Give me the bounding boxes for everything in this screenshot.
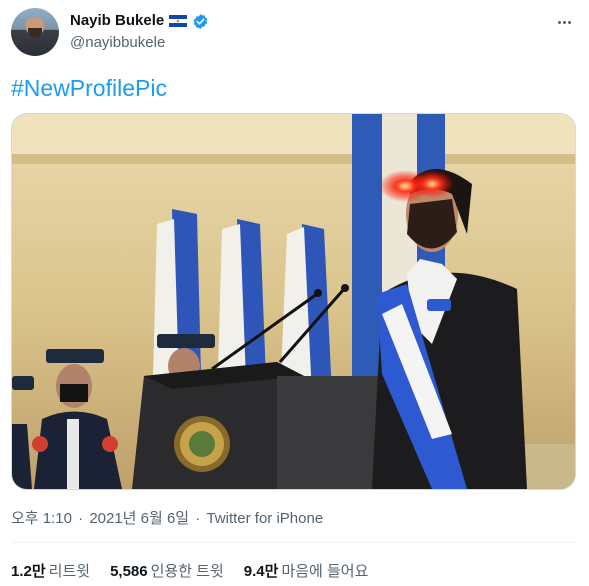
dot: [567, 20, 571, 24]
tweet-source[interactable]: Twitter for iPhone: [206, 510, 323, 527]
laser-eye-right: [410, 170, 454, 198]
quote-tweet-count[interactable]: 5,586 인용한 트윗: [110, 560, 224, 581]
tweet-date[interactable]: 2021년 6월 6일: [89, 510, 189, 527]
like-count[interactable]: 9.4만 마음에 들어요: [244, 560, 369, 581]
divider: [11, 542, 578, 543]
photo-illustration: [12, 114, 575, 489]
tweet-metadata: 오후 1:10 · 2021년 6월 6일 · Twitter for iPho…: [11, 507, 323, 528]
avatar-beard: [28, 28, 42, 38]
engagement-stats: 1.2만 리트윗 5,586 인용한 트윗 9.4만 마음에 들어요: [11, 560, 368, 581]
author-handle[interactable]: @nayibbukele: [70, 34, 165, 51]
dot: [562, 20, 566, 24]
tweet-time[interactable]: 오후 1:10: [11, 510, 72, 527]
like-count-value: 9.4만: [243, 563, 279, 580]
verified-badge-icon: [193, 13, 208, 29]
tweet-photo[interactable]: [11, 113, 576, 490]
retweet-count-label: 리트윗: [48, 563, 91, 580]
separator: ·: [78, 510, 84, 527]
more-options-icon[interactable]: [553, 11, 575, 33]
like-count-label: 마음에 들어요: [281, 563, 369, 580]
quote-tweet-count-value: 5,586: [110, 563, 148, 580]
el-salvador-flag-icon: [169, 15, 188, 27]
avatar[interactable]: [11, 8, 59, 56]
retweet-count[interactable]: 1.2만 리트윗: [11, 560, 90, 581]
author-name[interactable]: Nayib Bukele: [70, 12, 164, 30]
quote-tweet-count-label: 인용한 트윗: [150, 563, 224, 580]
dot: [557, 20, 561, 24]
author-name-row: Nayib Bukele: [70, 12, 209, 30]
separator: ·: [195, 510, 201, 527]
hashtag-link[interactable]: #NewProfilePic: [11, 74, 167, 102]
retweet-count-value: 1.2만: [11, 563, 46, 580]
